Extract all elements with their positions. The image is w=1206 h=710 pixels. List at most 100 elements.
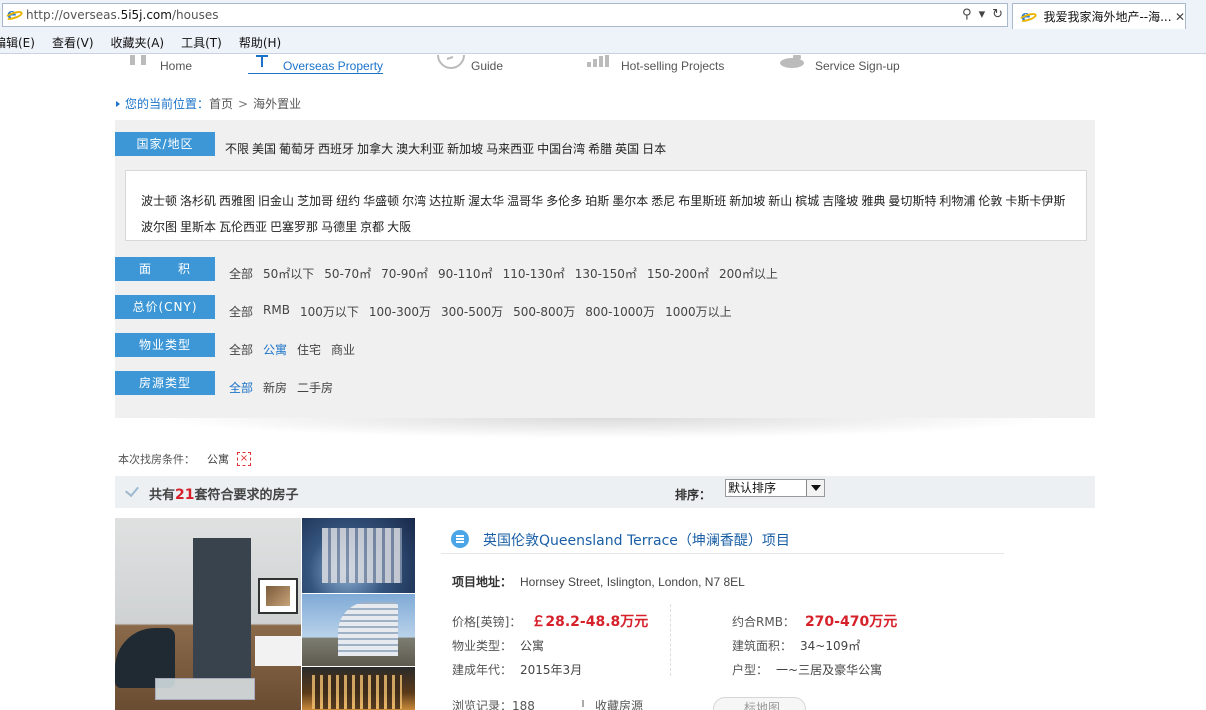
nav-overseas-property[interactable]: Overseas Property (248, 59, 384, 74)
source-type-option[interactable]: 新房 (263, 379, 287, 396)
price-option[interactable]: RMB (263, 303, 290, 320)
country-option[interactable]: 加拿大 (357, 140, 393, 157)
nav-service-signup[interactable]: Service Sign-up (815, 59, 900, 73)
sort-select[interactable]: 默认排序 (725, 479, 825, 497)
listing-photos[interactable] (115, 518, 415, 710)
listing-title-link[interactable]: 英国伦敦Queensland Terrace（坤澜香醍）项目 (483, 530, 790, 550)
property-type-option[interactable]: 全部 (229, 341, 253, 358)
country-option[interactable]: 英国 (615, 140, 639, 157)
country-option[interactable]: 美国 (252, 140, 276, 157)
listing-photo-main[interactable] (115, 518, 301, 710)
city-option[interactable]: 曼切斯特 (888, 194, 936, 208)
city-option[interactable]: 渥太华 (468, 194, 504, 208)
city-option[interactable]: 墨尔本 (612, 194, 648, 208)
area-option[interactable]: 90-110㎡ (438, 265, 493, 282)
city-option[interactable]: 利物浦 (939, 194, 975, 208)
nav-guide[interactable]: Guide (471, 59, 503, 73)
country-option[interactable]: 希腊 (588, 140, 612, 157)
city-option[interactable]: 巴塞罗那 (270, 220, 318, 234)
city-option[interactable]: 洛杉矶 (180, 194, 216, 208)
property-type-option[interactable]: 住宅 (297, 341, 321, 358)
favorite-button[interactable]: 收藏房源 (578, 697, 643, 710)
city-option[interactable]: 京都 (360, 220, 384, 234)
nav-hot-selling[interactable]: Hot-selling Projects (621, 59, 724, 73)
city-option[interactable]: 波士顿 (141, 194, 177, 208)
menu-help[interactable]: 帮助(H) (239, 34, 281, 51)
close-tab-icon[interactable]: ✕ (1175, 10, 1185, 24)
dropdown-arrow-icon[interactable]: ▾ (979, 7, 986, 22)
country-option[interactable]: 不限 (225, 140, 249, 157)
country-option[interactable]: 中国台湾 (537, 140, 585, 157)
refresh-icon[interactable]: ↻ (992, 7, 1003, 22)
city-option[interactable]: 珀斯 (585, 194, 609, 208)
area-option[interactable]: 50㎡以下 (263, 265, 314, 282)
info-divider (670, 604, 671, 676)
city-option[interactable]: 纽约 (336, 194, 360, 208)
menu-favorites[interactable]: 收藏夹(A) (111, 34, 165, 51)
listing-photo-thumb[interactable] (302, 594, 415, 666)
city-option[interactable]: 新加坡 (729, 194, 765, 208)
city-option[interactable]: 多伦多 (546, 194, 582, 208)
city-option[interactable]: 新山 (768, 194, 792, 208)
city-option[interactable]: 伦敦 (978, 194, 1002, 208)
browser-tab[interactable]: e 我爱我家海外地产--海... ✕ (1012, 3, 1186, 29)
area-option[interactable]: 130-150㎡ (575, 265, 637, 282)
price-option[interactable]: 300-500万 (441, 303, 503, 320)
menu-view[interactable]: 查看(V) (52, 34, 94, 51)
country-option[interactable]: 澳大利亚 (396, 140, 444, 157)
source-type-option[interactable]: 二手房 (297, 379, 333, 396)
city-option[interactable]: 悉尼 (651, 194, 675, 208)
property-type-option[interactable]: 商业 (331, 341, 355, 358)
city-option[interactable]: 旧金山 (258, 194, 294, 208)
city-option[interactable]: 里斯本 (180, 220, 216, 234)
city-option[interactable]: 布里斯班 (678, 194, 726, 208)
area-option[interactable]: 110-130㎡ (503, 265, 565, 282)
menu-edit[interactable]: 编辑(E) (0, 34, 35, 51)
area-option[interactable]: 200㎡以上 (719, 265, 778, 282)
country-option[interactable]: 马来西亚 (486, 140, 534, 157)
price-option[interactable]: 800-1000万 (585, 303, 655, 320)
city-option[interactable]: 波尔图 (141, 220, 177, 234)
city-option[interactable]: 马德里 (321, 220, 357, 234)
area-option[interactable]: 50-70㎡ (324, 265, 371, 282)
listing-photo-thumb[interactable] (302, 667, 415, 710)
price-option[interactable]: 100万以下 (300, 303, 359, 320)
city-option[interactable]: 华盛顿 (363, 194, 399, 208)
menu-tools[interactable]: 工具(T) (181, 34, 222, 51)
map-button[interactable]: 标地图 (713, 697, 806, 710)
remove-condition-icon[interactable]: × (237, 452, 251, 466)
nav-home[interactable]: Home (160, 59, 192, 73)
city-option[interactable]: 尔湾 (402, 194, 426, 208)
area-option[interactable]: 150-200㎡ (647, 265, 709, 282)
filter-label-area: 面 积 (115, 257, 215, 281)
city-option[interactable]: 槟城 (795, 194, 819, 208)
url-text[interactable]: http://overseas.5i5j.com/houses (26, 8, 218, 22)
chevron-down-icon[interactable] (806, 480, 824, 496)
price-option[interactable]: 100-300万 (369, 303, 431, 320)
browser-chrome: e http://overseas.5i5j.com/houses ⚲ ▾ ↻ … (0, 0, 1206, 54)
price-option[interactable]: 全部 (229, 303, 253, 320)
city-option[interactable]: 大阪 (387, 220, 411, 234)
city-option[interactable]: 吉隆坡 (822, 194, 858, 208)
area-option[interactable]: 全部 (229, 265, 253, 282)
property-type-option-selected[interactable]: 公寓 (263, 341, 287, 358)
country-option[interactable]: 葡萄牙 (279, 140, 315, 157)
country-option[interactable]: 新加坡 (447, 140, 483, 157)
country-option[interactable]: 西班牙 (318, 140, 354, 157)
price-option[interactable]: 1000万以上 (665, 303, 732, 320)
search-icon[interactable]: ⚲ (962, 7, 972, 22)
country-option[interactable]: 日本 (642, 140, 666, 157)
city-option[interactable]: 温哥华 (507, 194, 543, 208)
city-option[interactable]: 达拉斯 (429, 194, 465, 208)
listing-photo-thumb[interactable] (302, 518, 415, 593)
breadcrumb-home-link[interactable]: 首页 (209, 95, 233, 112)
city-option[interactable]: 西雅图 (219, 194, 255, 208)
city-option[interactable]: 雅典 (861, 194, 885, 208)
area-option[interactable]: 70-90㎡ (381, 265, 428, 282)
city-option[interactable]: 芝加哥 (297, 194, 333, 208)
city-option[interactable]: 卡斯卡伊斯 (1005, 194, 1065, 208)
address-bar[interactable]: e http://overseas.5i5j.com/houses ⚲ ▾ ↻ (2, 3, 1008, 27)
price-option[interactable]: 500-800万 (513, 303, 575, 320)
source-type-option-selected[interactable]: 全部 (229, 379, 253, 396)
city-option[interactable]: 瓦伦西亚 (219, 220, 267, 234)
